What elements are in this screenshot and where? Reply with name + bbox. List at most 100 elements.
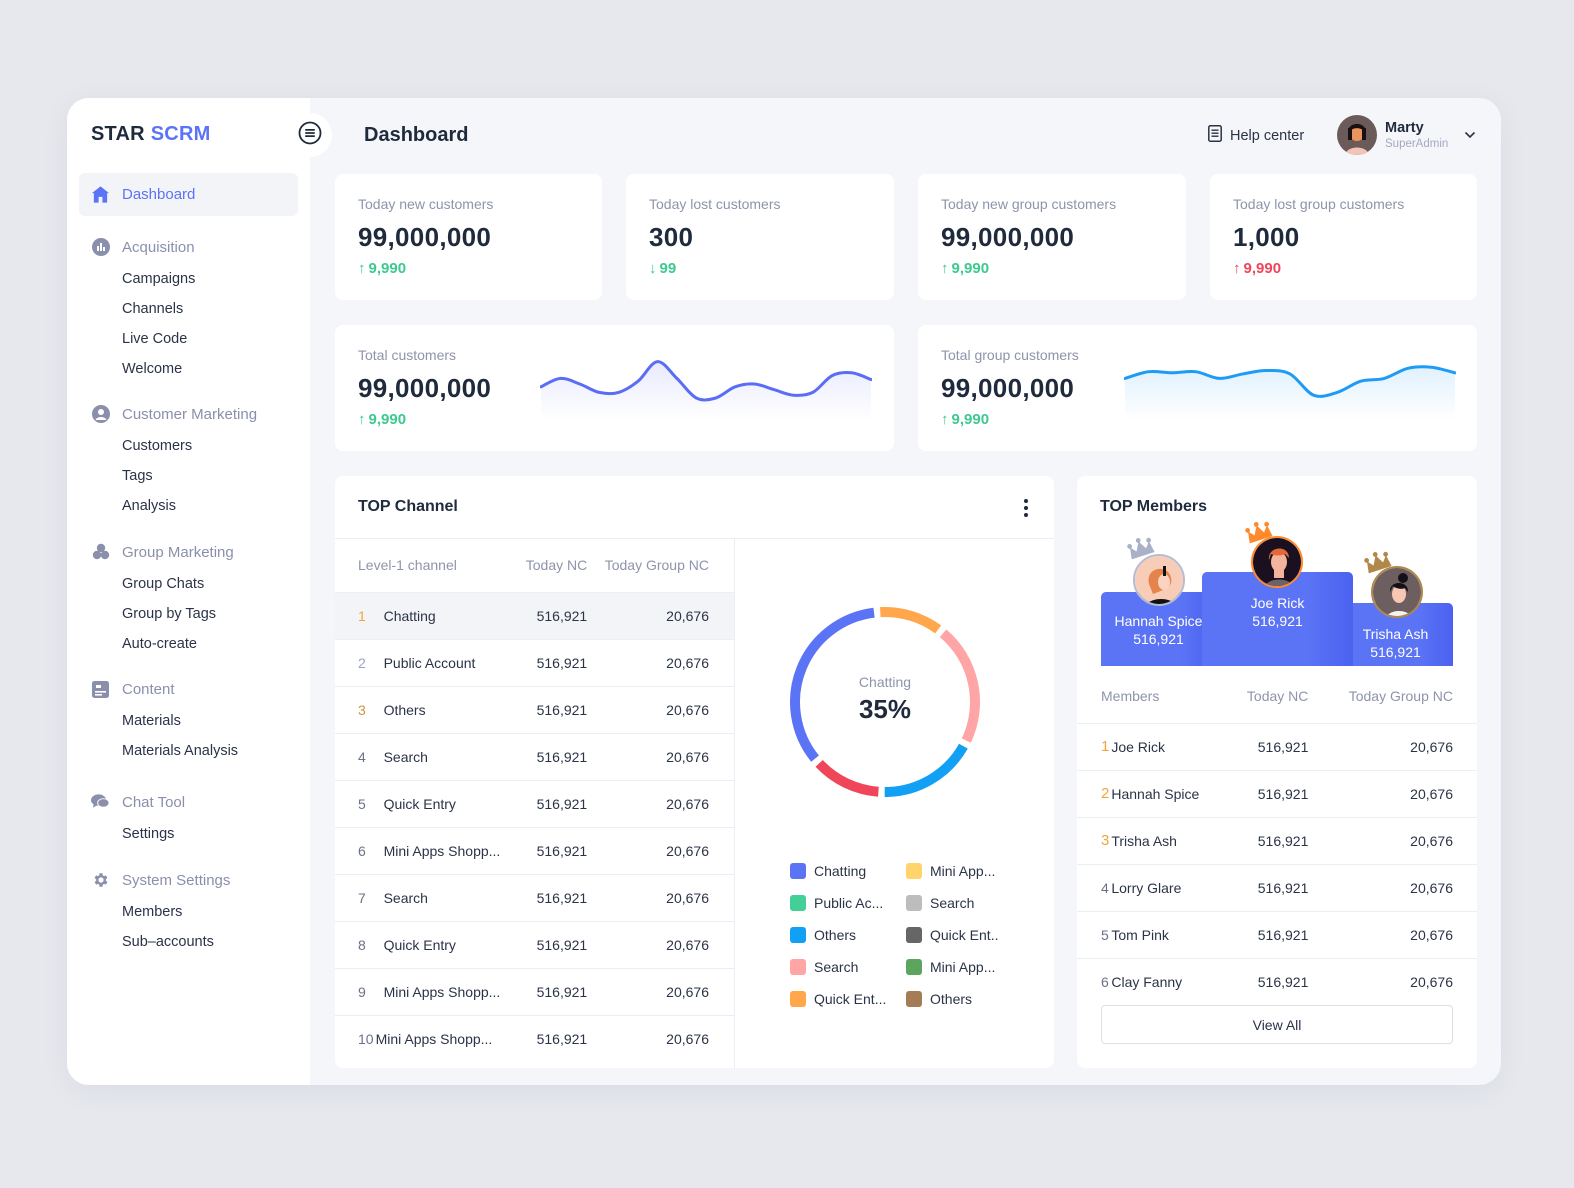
row-today-nc: 516,921	[1227, 816, 1309, 864]
table-row[interactable]: 5 Tom Pink 516,921 20,676	[1077, 910, 1477, 958]
row-today-nc: 516,921	[1227, 863, 1309, 911]
table-row[interactable]: 1 Joe Rick 516,921 20,676	[1077, 722, 1477, 770]
members-podium: Hannah Spice 516,921 Trisha Ash 516,921 …	[1101, 521, 1453, 666]
stat-label: Today lost group customers	[1233, 196, 1405, 212]
table-row[interactable]: 8 Quick Entry 516,921 20,676	[335, 920, 734, 968]
legend-item[interactable]: Public Ac...	[790, 894, 906, 912]
sidebar-heading-label: Acquisition	[122, 238, 195, 256]
legend-item[interactable]: Search	[790, 958, 906, 976]
table-row[interactable]: 6 Mini Apps Shopp... 516,921 20,676	[335, 826, 734, 874]
row-channel-name: Mini Apps Shopp...	[373, 967, 518, 1015]
table-row[interactable]: 2 Hannah Spice 516,921 20,676	[1077, 769, 1477, 817]
row-member-name: Trisha Ash	[1109, 816, 1228, 864]
menu-toggle-button[interactable]	[288, 113, 332, 157]
row-today-nc: 516,921	[517, 826, 588, 874]
sidebar-heading-group-marketing[interactable]: Group Marketing	[91, 540, 234, 564]
row-rank: 7	[335, 873, 374, 921]
app-window: STAR SCRM Dashboard Acquisition Campaigns…	[67, 98, 1501, 1085]
legend-swatch	[906, 863, 922, 879]
crown-silver-icon	[1127, 537, 1155, 560]
gear-icon	[91, 871, 110, 890]
panel-title: TOP Members	[1100, 498, 1208, 515]
row-channel-name: Mini Apps Shopp...	[373, 826, 518, 874]
user-name: Marty	[1385, 120, 1424, 136]
sidebar-item-welcome[interactable]: Welcome	[91, 354, 195, 384]
table-row[interactable]: 6 Clay Fanny 516,921 20,676	[1077, 957, 1477, 1005]
sidebar-heading-customer-marketing[interactable]: Customer Marketing	[91, 402, 257, 426]
sidebar-section-group-marketing: Group Marketing Group Chats Group by Tag…	[91, 540, 234, 659]
podium-name: Joe Rick	[1250, 595, 1305, 611]
table-row[interactable]: 4 Lorry Glare 516,921 20,676	[1077, 863, 1477, 911]
sidebar-item-live-code[interactable]: Live Code	[91, 324, 195, 354]
legend-item[interactable]: Others	[906, 990, 1006, 1008]
legend-label: Search	[814, 959, 859, 975]
table-row[interactable]: 3 Trisha Ash 516,921 20,676	[1077, 816, 1477, 864]
row-today-nc: 516,921	[517, 685, 588, 733]
donut-segment-others[interactable]	[884, 743, 968, 797]
row-rank: 1	[1077, 722, 1110, 770]
column-header: Members	[1101, 687, 1160, 704]
stat-label: Today new customers	[358, 196, 494, 212]
sidebar-item-members[interactable]: Members	[91, 897, 230, 927]
legend-item[interactable]: Others	[790, 926, 906, 944]
sidebar-item-label: Dashboard	[122, 186, 196, 203]
menu-icon	[298, 121, 322, 150]
legend-item[interactable]: Quick Ent..	[906, 926, 1006, 944]
row-today-group-nc: 20,676	[587, 591, 734, 639]
column-header: Today NC	[525, 556, 588, 573]
sidebar-item-dashboard[interactable]: Dashboard	[79, 173, 298, 216]
arrow-up-icon: ↑	[941, 411, 949, 428]
podium-value: 516,921	[1370, 644, 1421, 660]
table-row[interactable]: 9 Mini Apps Shopp... 516,921 20,676	[335, 967, 734, 1015]
sidebar-heading-content[interactable]: Content	[91, 677, 238, 701]
table-row[interactable]: 2 Public Account 516,921 20,676	[335, 638, 734, 686]
more-options-button[interactable]	[1016, 496, 1036, 520]
user-menu[interactable]: Marty SuperAdmin	[1337, 115, 1476, 155]
sidebar-item-sub-accounts[interactable]: Sub–accounts	[91, 927, 230, 957]
arrow-up-icon: ↑	[358, 411, 366, 428]
sidebar-item-auto-create[interactable]: Auto-create	[91, 629, 234, 659]
stat-delta: ↓ 99	[649, 260, 676, 277]
sidebar-item-tags[interactable]: Tags	[91, 461, 257, 491]
stat-label: Today new group customers	[941, 196, 1117, 212]
sidebar-item-campaigns[interactable]: Campaigns	[91, 264, 195, 294]
sidebar-heading-chat-tool[interactable]: Chat Tool	[91, 790, 185, 814]
sidebar-heading-system-settings[interactable]: System Settings	[91, 868, 230, 892]
legend-item[interactable]: Search	[906, 894, 1006, 912]
sidebar-item-settings[interactable]: Settings	[91, 819, 185, 849]
table-row[interactable]: 1 Chatting 516,921 20,676	[335, 591, 734, 639]
sidebar-item-customers[interactable]: Customers	[91, 431, 257, 461]
sidebar-item-materials[interactable]: Materials	[91, 706, 238, 736]
sidebar-item-analysis[interactable]: Analysis	[91, 491, 257, 521]
table-row[interactable]: 5 Quick Entry 516,921 20,676	[335, 779, 734, 827]
sidebar-item-group-by-tags[interactable]: Group by Tags	[91, 599, 234, 629]
sidebar-item-group-chats[interactable]: Group Chats	[91, 569, 234, 599]
table-row[interactable]: 7 Search 516,921 20,676	[335, 873, 734, 921]
brand-logo[interactable]: STAR SCRM	[91, 123, 210, 146]
donut-segment-quick-entry[interactable]	[880, 607, 942, 634]
donut-segment-public-account[interactable]	[815, 759, 879, 797]
legend-label: Mini App...	[930, 863, 996, 879]
table-row[interactable]: 4 Search 516,921 20,676	[335, 732, 734, 780]
table-row[interactable]: 3 Others 516,921 20,676	[335, 685, 734, 733]
sidebar-heading-acquisition[interactable]: Acquisition	[91, 235, 195, 259]
row-today-group-nc: 20,676	[1308, 816, 1477, 864]
legend-item[interactable]: Mini App...	[906, 958, 1006, 976]
legend-item[interactable]: Chatting	[790, 862, 906, 880]
help-center-link[interactable]: Help center	[1208, 125, 1304, 146]
stat-delta: ↑ 9,990	[1233, 260, 1281, 277]
legend-item[interactable]: Mini App...	[906, 862, 1006, 880]
sidebar-item-materials-analysis[interactable]: Materials Analysis	[91, 736, 238, 766]
table-row[interactable]: 10 Mini Apps Shopp... 516,921 20,676	[335, 1014, 734, 1062]
view-all-button[interactable]: View All	[1101, 1005, 1453, 1044]
sidebar-item-channels[interactable]: Channels	[91, 294, 195, 324]
row-today-group-nc: 20,676	[587, 779, 734, 827]
crown-bronze-icon	[1364, 551, 1392, 574]
home-icon	[91, 185, 110, 204]
legend-item[interactable]: Quick Ent...	[790, 990, 906, 1008]
arrow-up-icon: ↑	[358, 260, 366, 277]
stat-card-lost-customers: Today lost customers 300 ↓ 99	[626, 174, 894, 300]
page-title: Dashboard	[364, 124, 469, 146]
row-today-nc: 516,921	[517, 591, 588, 639]
stat-card-new-group-customers: Today new group customers 99,000,000 ↑ 9,…	[918, 174, 1186, 300]
